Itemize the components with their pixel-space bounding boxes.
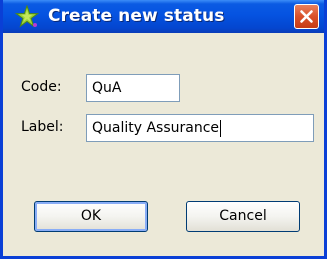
close-icon — [300, 10, 313, 23]
label-value: Quality Assurance — [92, 120, 220, 136]
window-title: Create new status — [48, 6, 225, 26]
code-value: QuA — [92, 80, 122, 96]
label-label: Label: — [21, 119, 64, 135]
label-field[interactable]: Quality Assurance — [86, 114, 314, 142]
dialog-body: Code: QuA Label: Quality Assurance OK Ca… — [3, 33, 324, 256]
code-field[interactable]: QuA — [86, 74, 180, 102]
code-label: Code: — [21, 79, 62, 95]
green-star-icon — [14, 4, 40, 29]
text-caret — [220, 119, 222, 137]
title-bar[interactable]: Create new status — [3, 0, 324, 33]
create-status-dialog: Create new status Code: QuA Label: Quali… — [0, 0, 327, 259]
ok-button[interactable]: OK — [34, 201, 148, 232]
close-button[interactable] — [294, 4, 319, 29]
cancel-button[interactable]: Cancel — [186, 201, 300, 232]
